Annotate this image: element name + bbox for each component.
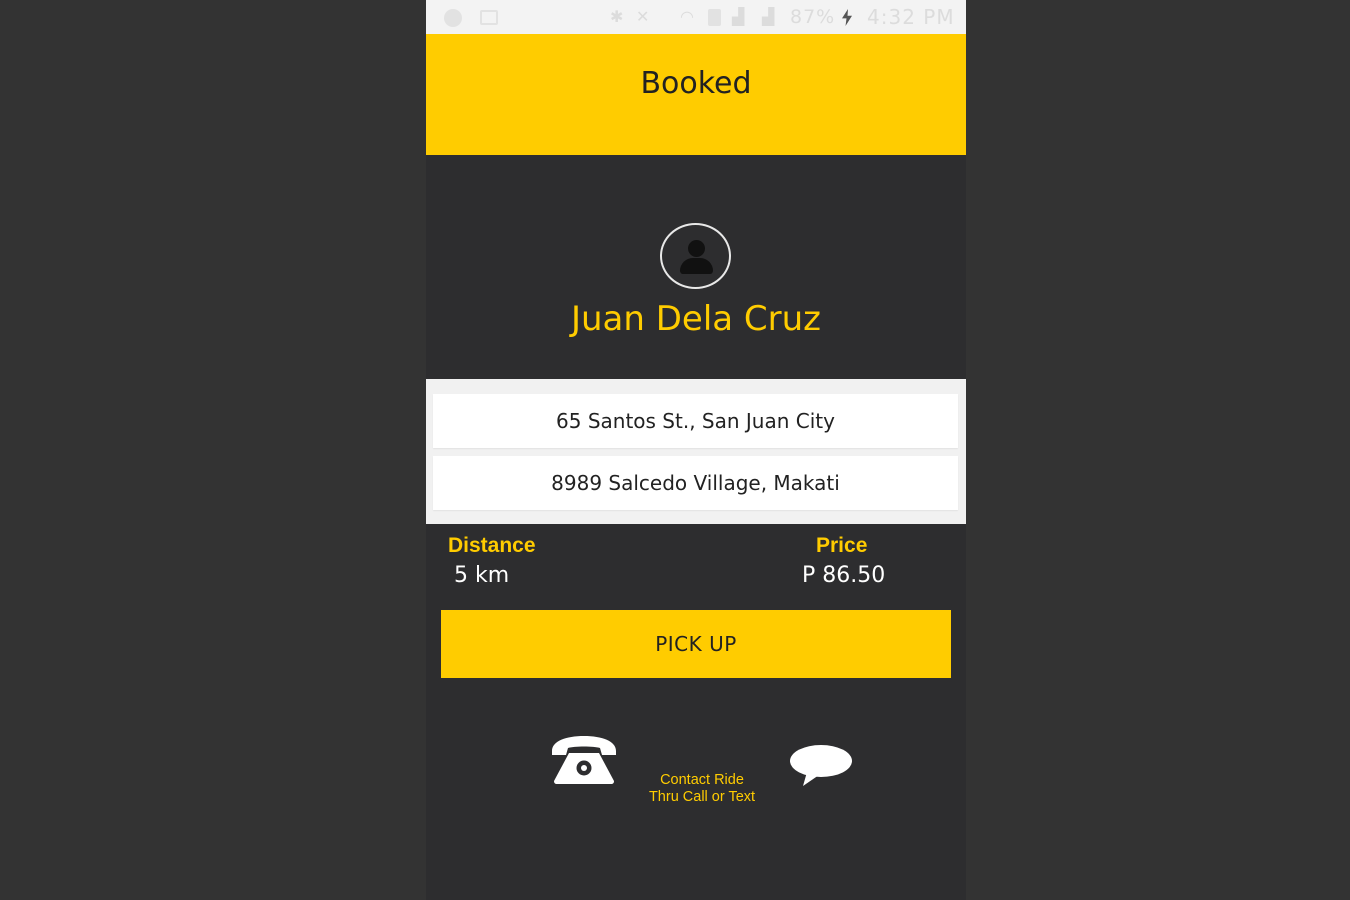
charging-icon xyxy=(842,9,852,26)
price-label: Price xyxy=(816,534,868,557)
bluetooth-icon: ✱ xyxy=(610,7,624,26)
distance-value: 5 km xyxy=(454,563,510,588)
avatar-body xyxy=(680,258,713,274)
status-bar: ✱ ✕ ◠ ▟ ▟ 87% 4:32 PM xyxy=(426,0,966,34)
phone-icon[interactable] xyxy=(548,735,620,785)
header-bar: Booked xyxy=(426,34,966,155)
pickup-address[interactable]: 65 Santos St., San Juan City xyxy=(433,394,958,448)
wifi-icon: ◠ xyxy=(680,7,694,26)
battery-level: 87% xyxy=(790,6,836,28)
route-panel: 65 Santos St., San Juan City 8989 Salced… xyxy=(426,379,966,524)
mute-icon: ✕ xyxy=(636,7,650,26)
dropoff-address[interactable]: 8989 Salcedo Village, Makati xyxy=(433,456,958,510)
price-value: P 86.50 xyxy=(802,563,886,588)
chat-bubble-icon[interactable] xyxy=(789,744,853,788)
status-time: 4:32 PM xyxy=(867,5,955,29)
page-title: Booked xyxy=(640,66,752,101)
distance-label: Distance xyxy=(448,534,536,557)
image-icon xyxy=(480,10,498,25)
contact-line-1: Contact Ride xyxy=(660,772,744,788)
clock-icon xyxy=(444,9,462,27)
contact-line-2: Thru Call or Text xyxy=(648,789,756,805)
contact-instructions: Contact Ride Thru Call or Text xyxy=(632,772,772,806)
avatar-head xyxy=(688,240,705,257)
signal-icon: ▟ xyxy=(762,7,775,26)
rider-profile: Juan Dela Cruz xyxy=(426,155,966,379)
pick-up-button[interactable]: PICK UP xyxy=(441,610,951,678)
phone-screen: ✱ ✕ ◠ ▟ ▟ 87% 4:32 PM Booked Juan Dela C… xyxy=(426,0,966,900)
signal-icon: ▟ xyxy=(732,7,745,26)
rider-name: Juan Dela Cruz xyxy=(570,299,822,339)
user-avatar-icon xyxy=(660,223,731,289)
sim-icon xyxy=(708,9,721,26)
